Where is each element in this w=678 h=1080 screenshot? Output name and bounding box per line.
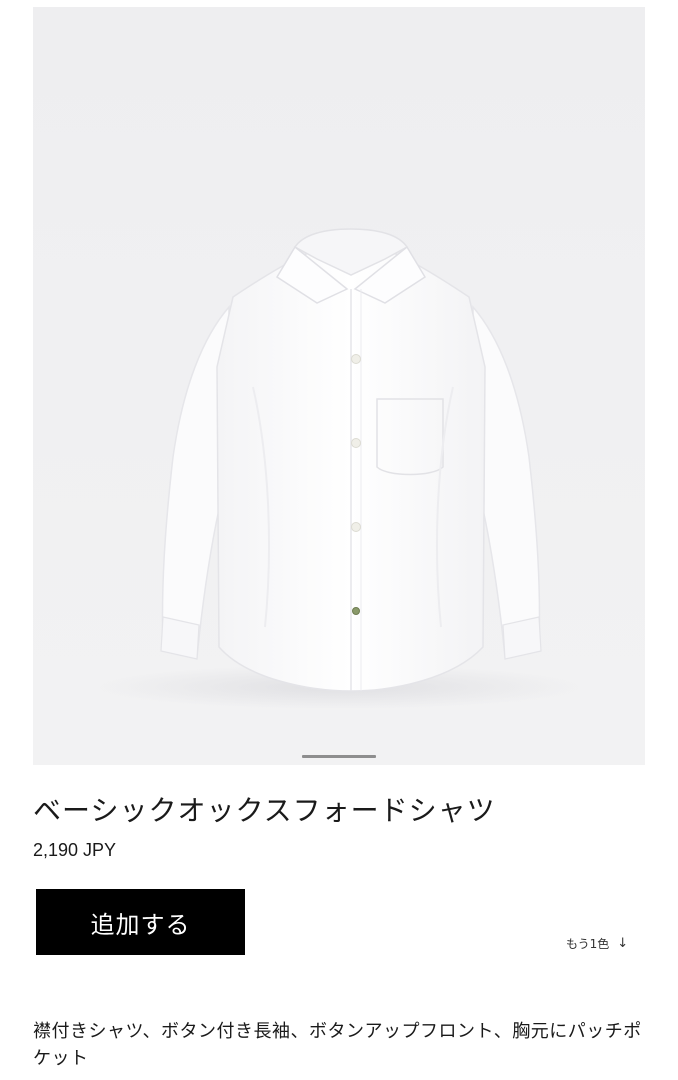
add-to-cart-button[interactable]: 追加する (36, 889, 245, 955)
product-title: ベーシックオックスフォードシャツ (33, 794, 496, 827)
more-colors-link[interactable]: もう1色 ↓ (566, 935, 628, 952)
product-page: ベーシックオックスフォードシャツ 2,190 JPY 追加する もう1色 ↓ 襟… (0, 0, 678, 1080)
image-carousel-indicator[interactable] (302, 755, 376, 758)
product-image[interactable] (33, 7, 645, 765)
shirt-illustration (99, 228, 579, 709)
product-price: 2,190 JPY (33, 840, 117, 860)
more-colors-label: もう1色 (566, 937, 610, 951)
product-description: 襟付きシャツ、ボタン付き長袖、ボタンアップフロント、胸元にパッチポケット (33, 1021, 642, 1069)
arrow-down-icon: ↓ (617, 936, 629, 951)
